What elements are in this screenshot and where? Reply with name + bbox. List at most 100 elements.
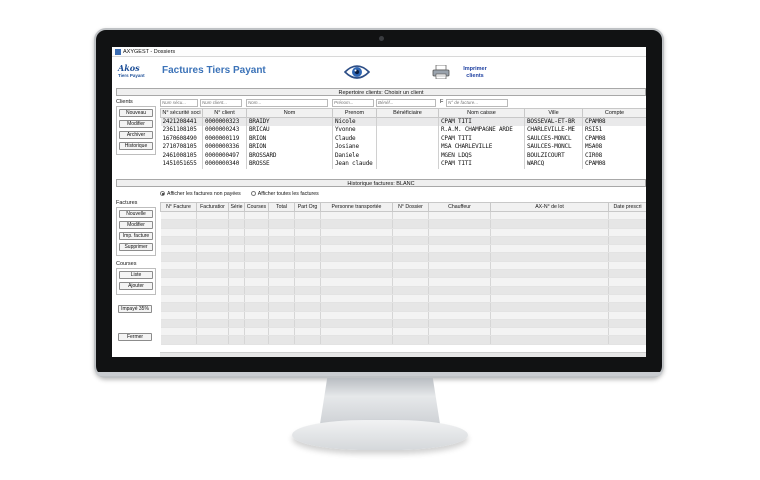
empty-cell xyxy=(320,261,393,271)
col-header-lot[interactable]: AX-N° de lot xyxy=(490,202,609,212)
col-header-facturation[interactable]: Facturatior xyxy=(196,202,229,212)
empty-invoice-row[interactable] xyxy=(160,219,646,229)
table-row[interactable]: 2461008105 0000000497 BROSSARD Daniele MGEN … xyxy=(160,151,646,160)
clients-header-row: N° sécurité soci N° client Nom Prenom Bé… xyxy=(160,108,646,118)
empty-invoice-row[interactable] xyxy=(160,269,646,279)
app-icon xyxy=(115,48,121,55)
empty-cell xyxy=(228,327,245,337)
empty-cell xyxy=(320,236,393,246)
table-cell xyxy=(376,143,439,152)
eye-icon[interactable] xyxy=(344,63,370,81)
modifier-facture-button[interactable]: Modifier xyxy=(119,221,153,229)
empty-cell xyxy=(160,261,197,271)
table-cell: MSA CHARLEVILLE xyxy=(438,143,525,152)
empty-invoice-row[interactable] xyxy=(160,302,646,312)
col-header-client[interactable]: N° client xyxy=(202,108,247,118)
empty-cell xyxy=(294,311,321,320)
table-cell xyxy=(376,160,439,169)
empty-cell xyxy=(160,228,197,237)
col-header-part-org[interactable]: Part Org xyxy=(294,202,321,212)
col-header-chauffeur[interactable]: Chauffeur xyxy=(428,202,491,212)
historique-client-button[interactable]: Historique xyxy=(119,142,153,150)
empty-cell xyxy=(268,311,295,320)
empty-invoice-row[interactable] xyxy=(160,327,646,337)
table-cell: BRAIDY xyxy=(246,117,333,126)
empty-invoice-row[interactable] xyxy=(160,335,646,345)
benef-filter-input[interactable]: Bénéf... xyxy=(376,99,436,107)
supprimer-facture-button[interactable]: Supprimer xyxy=(119,243,153,251)
empty-cell xyxy=(268,302,295,312)
empty-cell xyxy=(428,311,491,320)
empty-invoice-row[interactable] xyxy=(160,252,646,262)
fermer-button[interactable]: Fermer xyxy=(118,333,152,341)
col-header-prenom[interactable]: Prenom xyxy=(332,108,377,118)
nouvelle-facture-button[interactable]: Nouvelle xyxy=(119,210,153,218)
table-cell: 0000000119 xyxy=(202,134,247,143)
col-header-personne[interactable]: Personne transportée xyxy=(320,202,393,212)
empty-invoice-row[interactable] xyxy=(160,236,646,246)
col-header-nom[interactable]: Nom xyxy=(246,108,333,118)
empty-cell xyxy=(160,327,197,337)
empty-invoice-row[interactable] xyxy=(160,261,646,271)
empty-cell xyxy=(428,236,491,246)
empty-cell xyxy=(320,219,393,229)
col-header-compte[interactable]: Compte xyxy=(582,108,646,118)
prenom-filter-input[interactable]: Prénom... xyxy=(332,99,374,107)
col-header-secu[interactable]: N° sécurité soci xyxy=(160,108,203,118)
modifier-client-button[interactable]: Modifier xyxy=(119,120,153,128)
table-row[interactable]: 2361108105 0000000243 BRICAU Yvonne R.A.M. C… xyxy=(160,126,646,135)
radio-unpaid[interactable]: Afficher les factures non payées xyxy=(160,191,241,197)
empty-invoice-row[interactable] xyxy=(160,277,646,287)
archiver-client-button[interactable]: Archiver xyxy=(119,131,153,139)
empty-invoice-row[interactable] xyxy=(160,294,646,304)
col-header-total[interactable]: Total xyxy=(268,202,295,212)
facture-filter-input[interactable]: N° de facture... xyxy=(446,99,508,107)
table-row[interactable]: 1670608490 0000000119 BRION Claude CPAM TITI… xyxy=(160,134,646,143)
imp-facture-button[interactable]: Imp. facture xyxy=(119,232,153,240)
col-header-num-facture[interactable]: N° Facture xyxy=(160,202,197,212)
col-header-nom-caisse[interactable]: Nom caisse xyxy=(438,108,525,118)
client-filter-input[interactable]: Num client... xyxy=(200,99,242,107)
empty-cell xyxy=(244,302,269,312)
empty-cell xyxy=(268,252,295,262)
liste-courses-button[interactable]: Liste xyxy=(119,271,153,279)
empty-cell xyxy=(428,302,491,312)
print-clients-button[interactable]: Imprimer clients xyxy=(459,66,491,79)
empty-cell xyxy=(490,236,609,246)
akos-logo: Akos Tiers Payant xyxy=(118,63,158,83)
printer-icon[interactable] xyxy=(432,65,450,79)
empty-cell xyxy=(428,252,491,262)
empty-invoice-row[interactable] xyxy=(160,319,646,329)
col-header-beneficiaire[interactable]: Bénéficiaire xyxy=(376,108,439,118)
empty-cell xyxy=(320,294,393,304)
empty-invoice-row[interactable] xyxy=(160,244,646,254)
secu-filter-input[interactable]: Num sécu... xyxy=(160,99,198,107)
horizontal-scrollbar[interactable] xyxy=(160,352,646,357)
empty-cell xyxy=(392,335,429,345)
table-row[interactable]: 2710708105 0000000336 BRION Josiane MSA CHAR… xyxy=(160,143,646,152)
col-header-courses[interactable]: Courses xyxy=(244,202,269,212)
empty-cell xyxy=(428,261,491,271)
empty-cell xyxy=(490,219,609,229)
col-header-ville[interactable]: Ville xyxy=(524,108,583,118)
table-cell: BOULZICOURT xyxy=(524,151,583,160)
nom-filter-input[interactable]: Nom... xyxy=(246,99,328,107)
empty-cell xyxy=(196,252,229,262)
col-header-serie[interactable]: Série xyxy=(228,202,245,212)
nouveau-client-button[interactable]: Nouveau xyxy=(119,109,153,117)
col-header-date[interactable]: Date prescri xyxy=(608,202,646,212)
col-header-dossier[interactable]: N° Dossier xyxy=(392,202,429,212)
empty-invoice-row[interactable] xyxy=(160,286,646,295)
table-row[interactable]: 2421208441 0000000323 BRAIDY Nicole CPAM TIT… xyxy=(160,117,646,126)
empty-cell xyxy=(244,244,269,254)
empty-invoice-row[interactable] xyxy=(160,311,646,320)
empty-cell xyxy=(392,252,429,262)
empty-cell xyxy=(392,236,429,246)
table-row[interactable]: 1451051655 0000000340 BROSSE Jean claude CPA… xyxy=(160,160,646,169)
factures-label: Factures xyxy=(116,200,138,206)
empty-invoice-row[interactable] xyxy=(160,228,646,237)
radio-all[interactable]: Afficher toutes les factures xyxy=(250,191,319,197)
empty-invoice-row[interactable] xyxy=(160,211,646,221)
ajouter-course-button[interactable]: Ajouter xyxy=(119,282,153,290)
impaye-button[interactable]: Impayé 35% xyxy=(118,305,152,313)
